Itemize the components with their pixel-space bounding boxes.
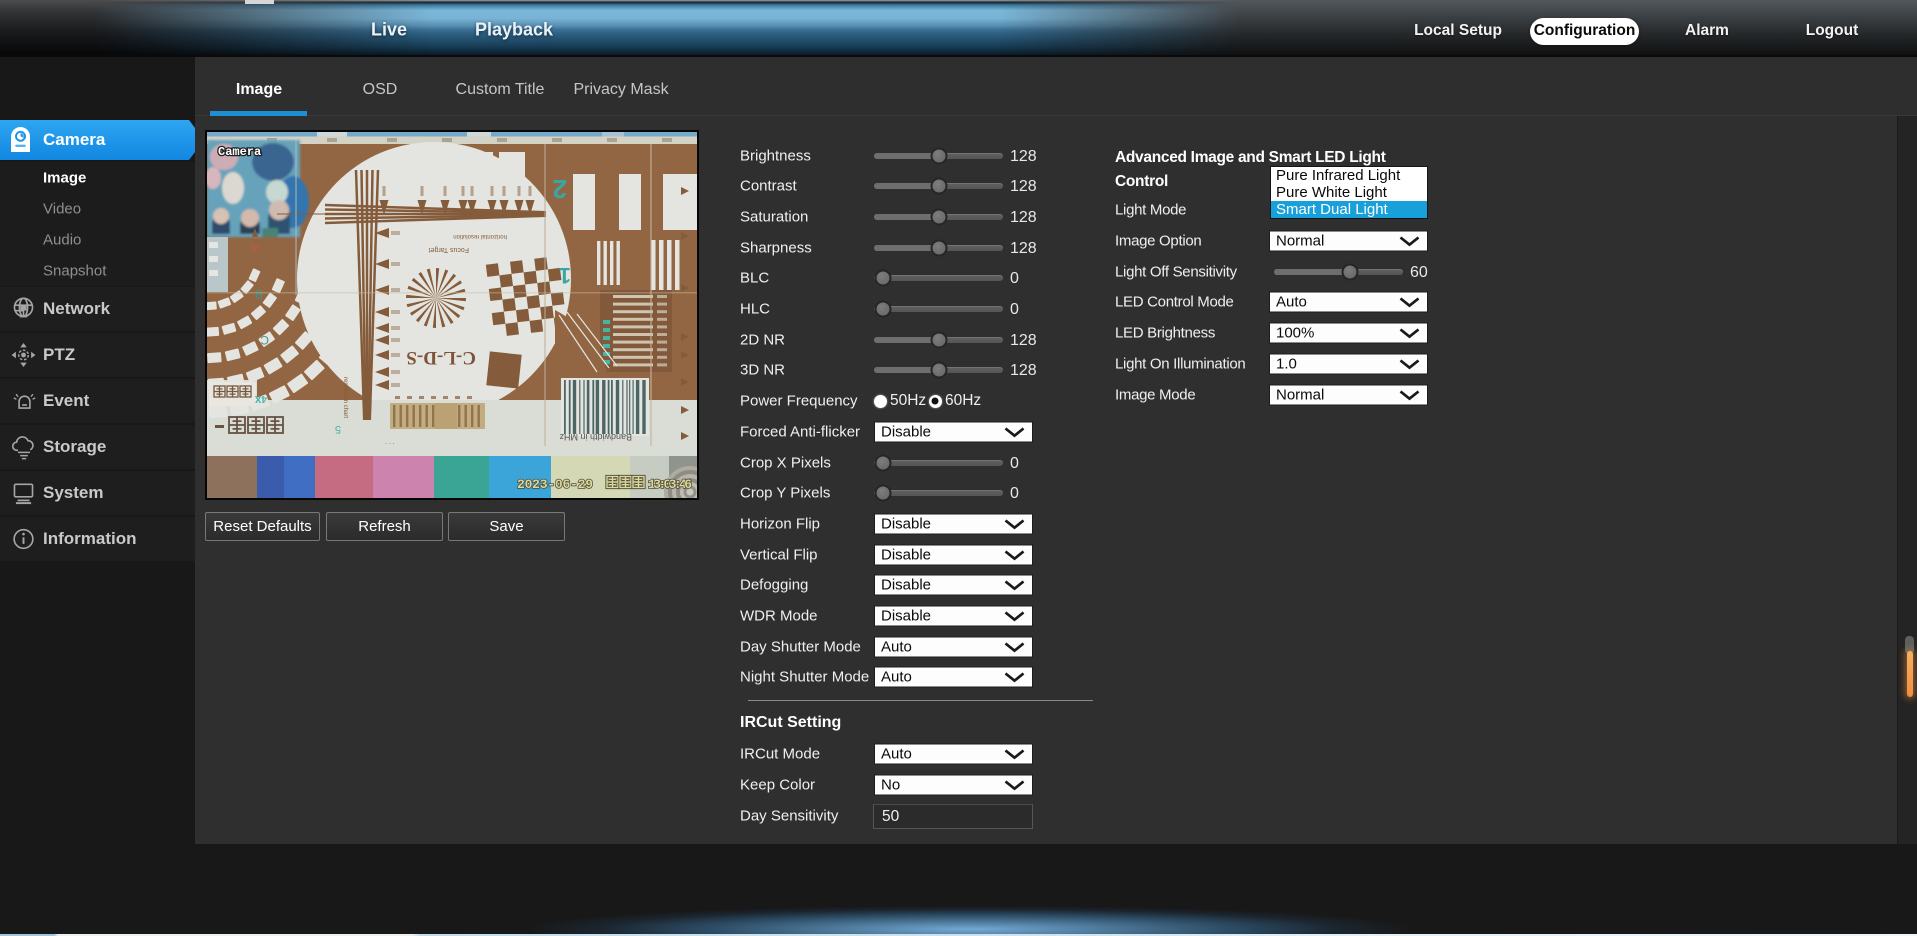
svg-text:2023-06-29: 2023-06-29 — [517, 477, 593, 492]
svg-text:Camera: Camera — [218, 145, 261, 159]
svg-text:13:03:46: 13:03:46 — [648, 477, 692, 492]
